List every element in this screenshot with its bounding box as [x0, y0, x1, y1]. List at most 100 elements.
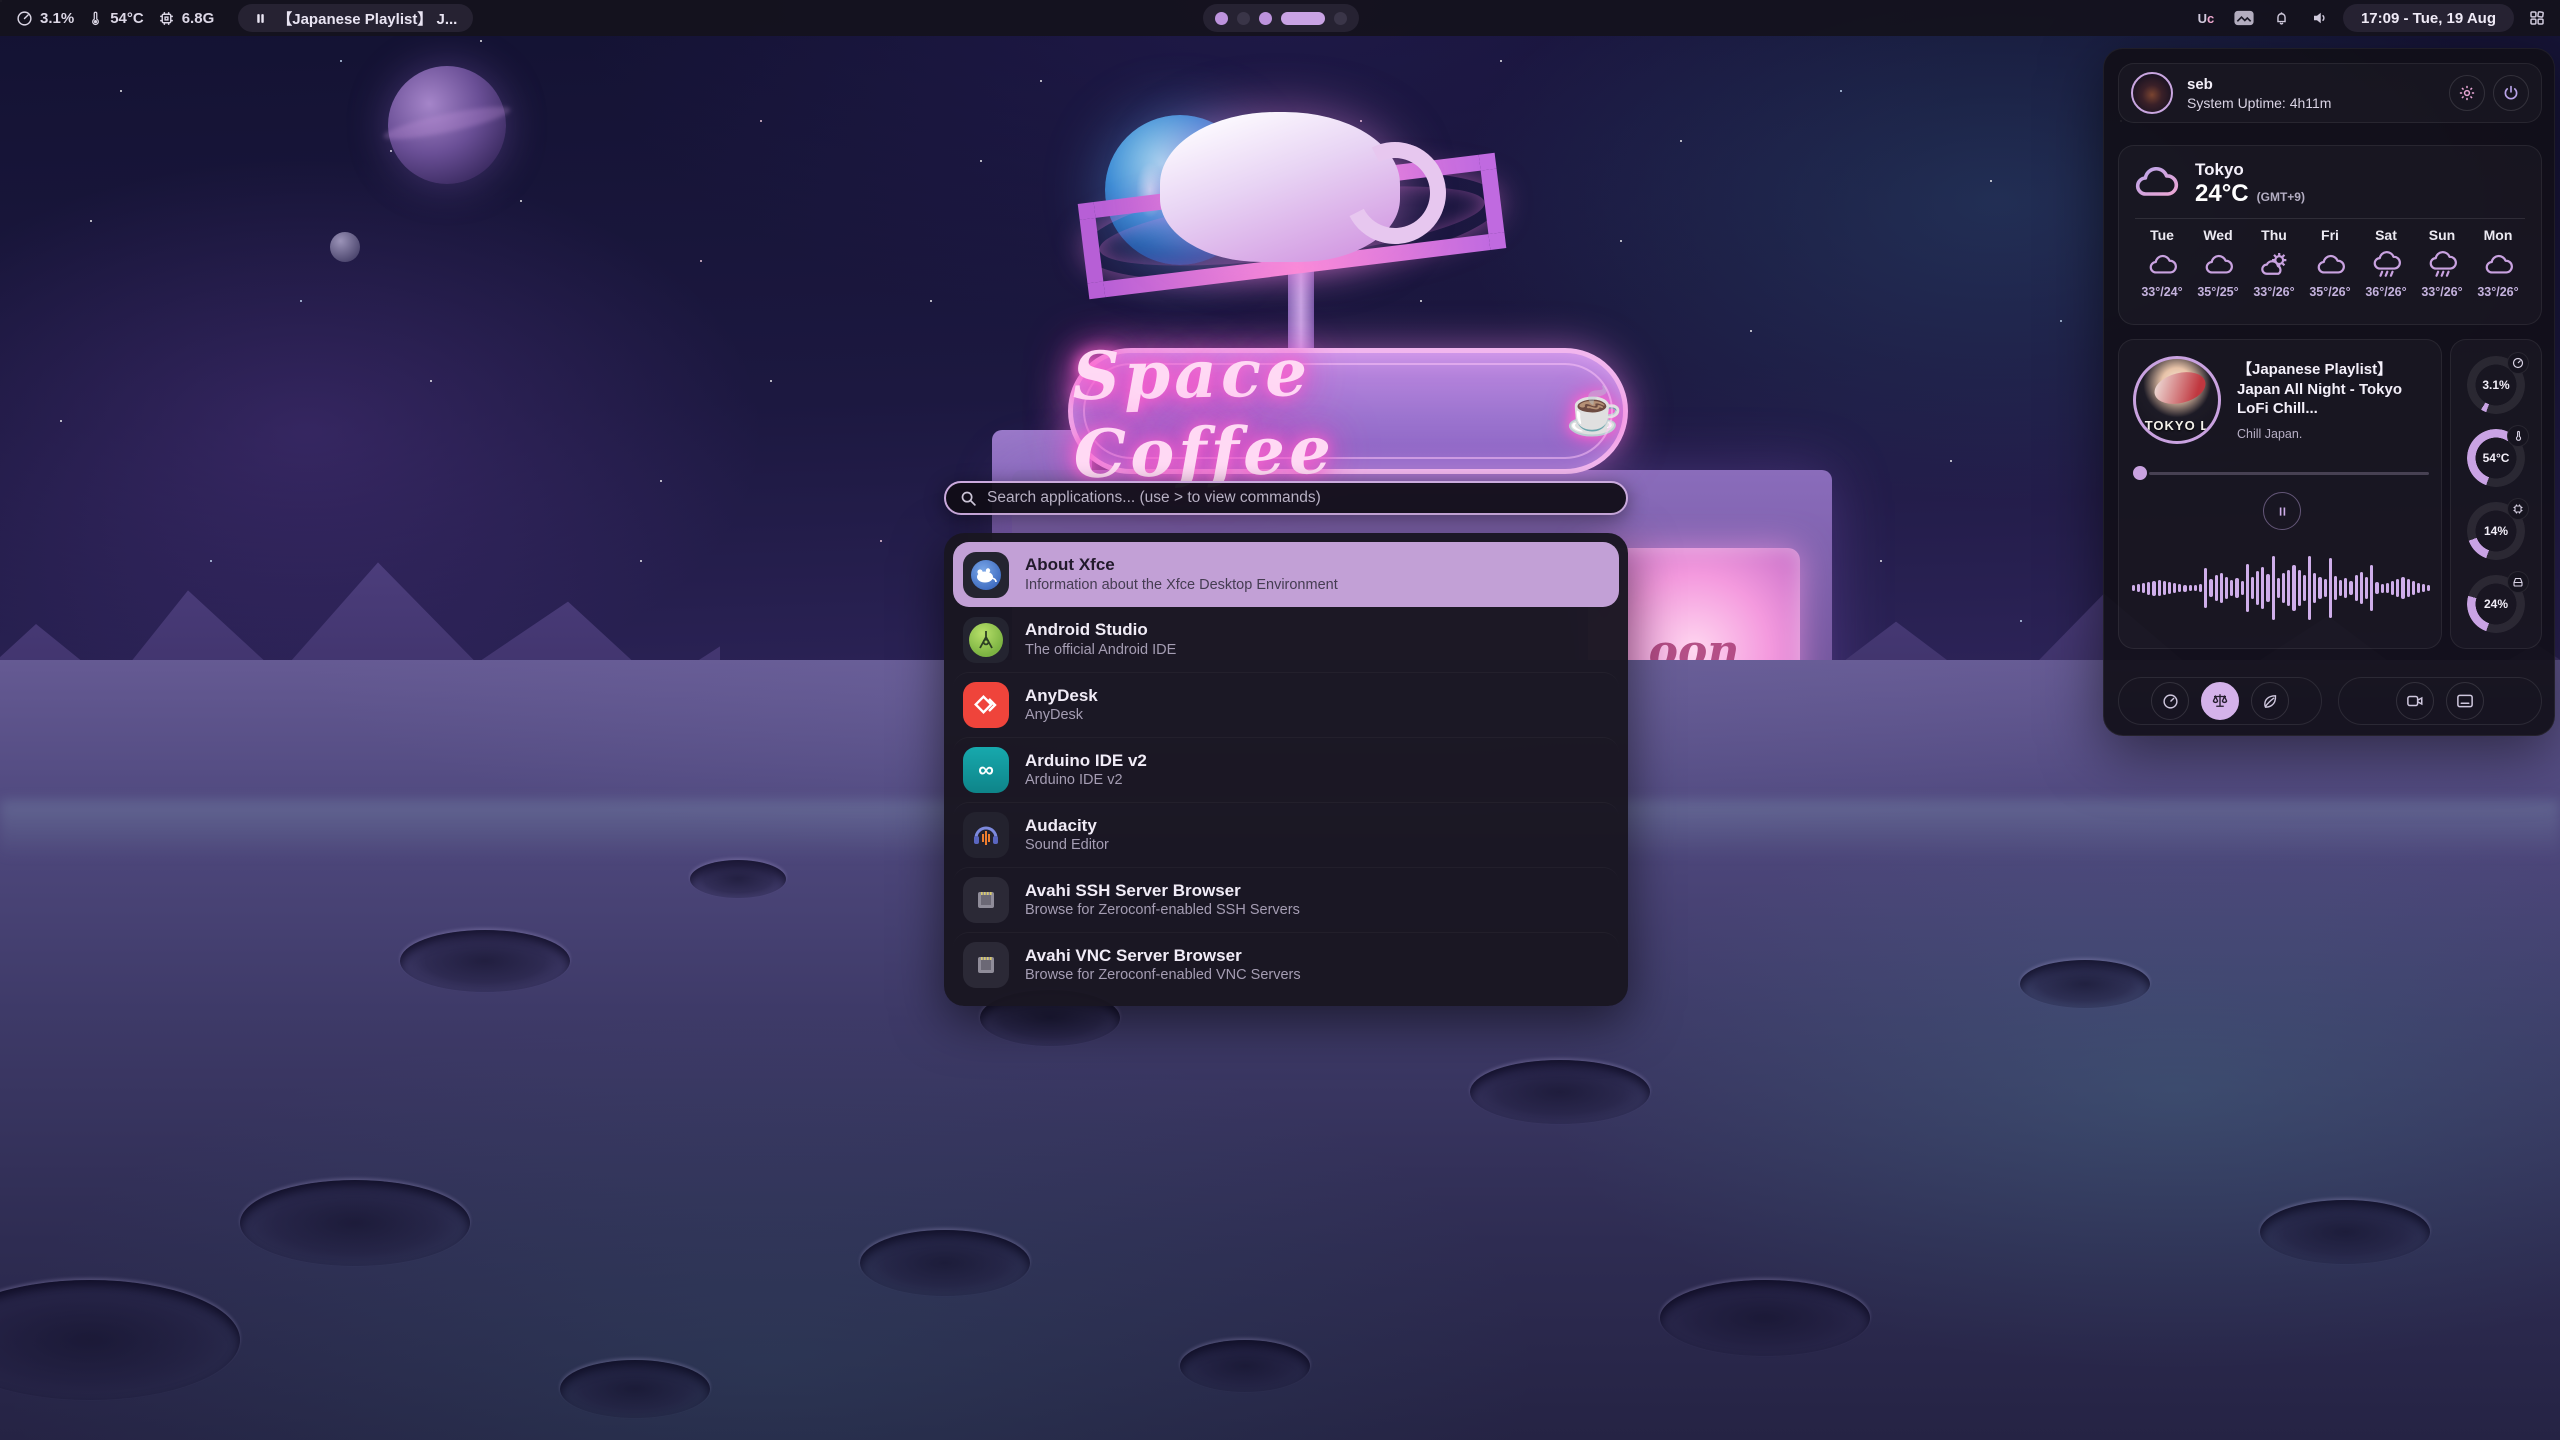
result-title: Avahi SSH Server Browser [1025, 880, 1300, 901]
waveform-bar [2324, 579, 2327, 597]
result-subtitle: Browse for Zeroconf-enabled SSH Servers [1025, 901, 1300, 920]
scales-icon [2211, 692, 2229, 710]
waveform-bar [2298, 570, 2301, 606]
result-row-avahi-ssh[interactable]: Avahi SSH Server Browser Browse for Zero… [953, 867, 1619, 932]
waveform-bar [2334, 576, 2337, 600]
clock[interactable]: 17:09 - Tue, 19 Aug [2343, 4, 2514, 32]
crater [2260, 1200, 2430, 1264]
waveform-bar [2137, 584, 2140, 592]
chip-icon [158, 10, 175, 27]
forecast-day-label: Wed [2203, 227, 2232, 243]
forecast-day-thu: Thu33°/26° [2247, 227, 2301, 299]
track-subtitle: Chill Japan. [2237, 427, 2427, 441]
network-connector-icon [963, 877, 1009, 923]
waveform-bar [2215, 575, 2218, 601]
wallpaper-icon [2456, 693, 2474, 709]
waveform-bar [2303, 575, 2306, 601]
apps-grid-icon[interactable] [2522, 3, 2552, 33]
workspace-dot-active[interactable] [1281, 12, 1325, 25]
waveform-bar [2142, 583, 2145, 593]
leaf-button[interactable] [2251, 682, 2289, 720]
speaker-icon[interactable] [2305, 3, 2335, 33]
result-row-android-studio[interactable]: Android Studio The official Android IDE [953, 607, 1619, 672]
crater [1660, 1280, 1870, 1356]
track-progress[interactable] [2133, 466, 2429, 480]
username: seb [2187, 76, 2441, 93]
forecast-temps: 35°/26° [2309, 285, 2350, 299]
workspace-dot-empty[interactable] [1237, 12, 1250, 25]
workspace-indicator[interactable] [1203, 4, 1359, 32]
weather-widget: Tokyo 24°C (GMT+9) Tue33°/24°Wed35°/25°T… [2118, 145, 2542, 325]
results-panel: About Xfce Information about the Xfce De… [944, 533, 1628, 1006]
power-button[interactable] [2493, 75, 2529, 111]
settings-button[interactable] [2449, 75, 2485, 111]
now-playing-pill[interactable]: 【Japanese Playlist】 J... [238, 4, 473, 32]
thermometer-icon [88, 10, 103, 27]
result-row-about-xfce[interactable]: About Xfce Information about the Xfce De… [953, 542, 1619, 607]
waveform-bar [2401, 577, 2404, 599]
progress-track[interactable] [2149, 472, 2429, 475]
result-row-arduino[interactable]: ∞ Arduino IDE v2 Arduino IDE v2 [953, 737, 1619, 802]
waveform-bar [2261, 567, 2264, 609]
waveform-bar [2220, 573, 2223, 603]
bell-icon[interactable] [2267, 3, 2297, 33]
cloud-icon [2315, 251, 2345, 277]
workspace-dot-occupied[interactable] [1259, 12, 1272, 25]
waveform-bar [2168, 582, 2171, 594]
speedometer-button[interactable] [2151, 682, 2189, 720]
wallpaper-button[interactable] [2446, 682, 2484, 720]
temperature-stat: 54°C [88, 10, 144, 27]
video-camera-button[interactable] [2396, 682, 2434, 720]
waveform-bar [2256, 571, 2259, 605]
waveform-bar [2251, 577, 2254, 599]
workspace-dot-empty[interactable] [1334, 12, 1347, 25]
leaf-icon [2262, 693, 2279, 710]
widget-sidebar: seb System Uptime: 4h11m Tokyo 24°C (GMT… [2103, 48, 2555, 736]
search-box[interactable] [944, 481, 1628, 515]
disk-gauge: 24% [2467, 575, 2525, 633]
forecast-temps: 33°/26° [2477, 285, 2518, 299]
workspace-dot-occupied[interactable] [1215, 12, 1228, 25]
forecast-day-tue: Tue33°/24° [2135, 227, 2189, 299]
user-card: seb System Uptime: 4h11m [2118, 63, 2542, 123]
crater [240, 1180, 470, 1266]
result-title: Audacity [1025, 815, 1109, 836]
forecast-day-sat: Sat36°/26° [2359, 227, 2413, 299]
crater [860, 1230, 1030, 1296]
speedometer-icon [16, 10, 33, 27]
waveform-bar [2199, 584, 2202, 592]
result-subtitle: Information about the Xfce Desktop Envir… [1025, 576, 1338, 595]
result-title: About Xfce [1025, 554, 1338, 575]
crater [690, 860, 786, 898]
floating-coffee-cup [1160, 112, 1400, 262]
result-subtitle: Browse for Zeroconf-enabled VNC Servers [1025, 966, 1301, 985]
forecast-day-label: Fri [2321, 227, 2339, 243]
forecast-day-fri: Fri 35°/26° [2303, 227, 2357, 299]
search-input[interactable] [987, 489, 1612, 507]
waveform-bar [2204, 568, 2207, 608]
crater [1470, 1060, 1650, 1124]
waveform-bar [2360, 572, 2363, 604]
input-method-icon[interactable]: Uc [2191, 3, 2221, 33]
pause-button[interactable] [2263, 492, 2301, 530]
system-uptime: System Uptime: 4h11m [2187, 95, 2441, 111]
video-camera-icon [2406, 693, 2424, 709]
result-row-anydesk[interactable]: AnyDesk AnyDesk [953, 672, 1619, 737]
forecast-row: Tue33°/24°Wed35°/25°Thu33°/26°Fri35°/26°… [2133, 227, 2527, 299]
sun-cloud-icon [2259, 251, 2289, 277]
app-launcher: About Xfce Information about the Xfce De… [944, 481, 1628, 1006]
progress-handle[interactable] [2133, 466, 2147, 480]
memory-gauge: 14% [2467, 502, 2525, 560]
result-row-audacity[interactable]: Audacity Sound Editor [953, 802, 1619, 867]
waveform-bar [2132, 585, 2135, 591]
weather-temperature: 24°C [2195, 180, 2249, 208]
waveform-bar [2427, 585, 2430, 591]
album-art: TOKYO L [2133, 356, 2221, 444]
waveform-bar [2266, 574, 2269, 602]
result-subtitle: AnyDesk [1025, 706, 1098, 725]
result-row-avahi-vnc[interactable]: Avahi VNC Server Browser Browse for Zero… [953, 932, 1619, 997]
scales-button[interactable] [2201, 682, 2239, 720]
wallpaper-icon[interactable] [2229, 3, 2259, 33]
audio-waveform [2131, 544, 2431, 632]
anydesk-icon [963, 682, 1009, 728]
